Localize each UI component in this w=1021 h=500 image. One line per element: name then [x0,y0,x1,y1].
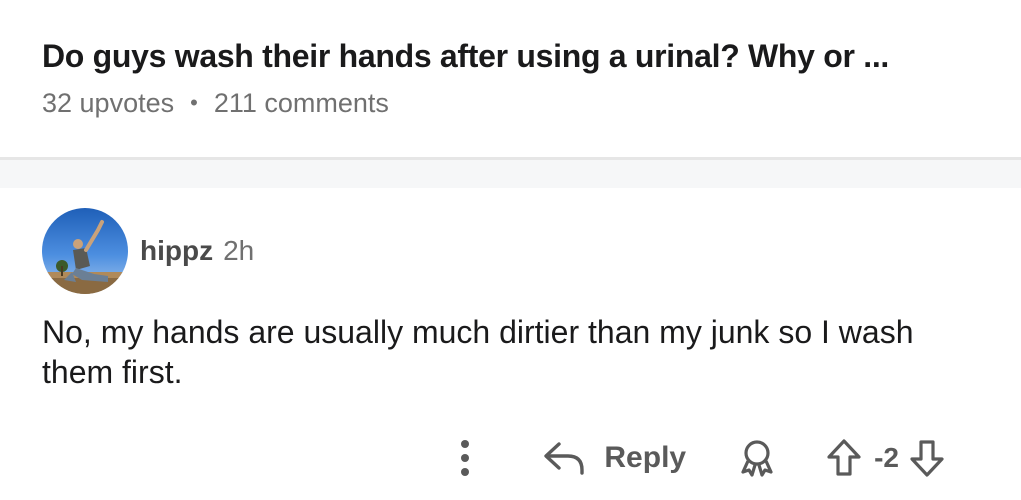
award-button[interactable] [738,438,776,478]
avatar-image [42,208,128,294]
post-title[interactable]: Do guys wash their hands after using a u… [42,34,1001,78]
meta-separator: • [190,90,198,115]
reply-button[interactable]: Reply [542,440,686,476]
upvote-button[interactable] [826,438,862,478]
comment-timestamp: 2h [223,235,255,266]
comment-author[interactable]: hippz [140,235,213,267]
comment-body: No, my hands are usually much dirtier th… [42,314,914,390]
downvote-arrow-icon [910,440,944,477]
reply-label: Reply [604,441,687,474]
upvote-count: 32 upvotes [42,88,175,118]
award-icon [741,440,773,477]
post-header[interactable]: Do guys wash their hands after using a u… [42,34,1001,120]
section-divider-band [0,160,1021,188]
downvote-button[interactable] [909,438,945,478]
upvote-arrow-icon [827,439,861,476]
vertical-ellipsis-icon [461,440,470,476]
avatar[interactable] [42,208,128,294]
comment-actions: Reply -2 [458,432,945,484]
more-options-button[interactable] [458,436,472,480]
comment-header: hippz 2h [42,208,991,294]
comment: hippz 2h No, my hands are usually much d… [42,208,991,392]
post-meta: 32 upvotes • 211 comments [42,86,1001,120]
comment-count[interactable]: 211 comments [214,86,389,120]
reply-arrow-icon [544,442,585,475]
vote-score: -2 [874,442,899,473]
